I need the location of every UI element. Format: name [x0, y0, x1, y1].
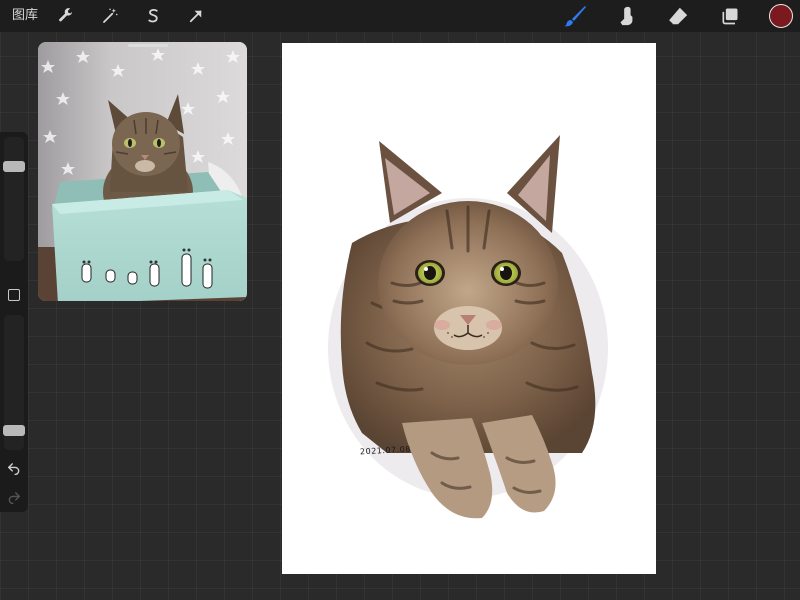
brush-icon[interactable] — [563, 4, 587, 28]
adjustments-wand-icon[interactable] — [98, 4, 122, 28]
smudge-icon[interactable] — [614, 4, 638, 28]
opacity-slider[interactable] — [3, 315, 25, 450]
brush-size-thumb[interactable] — [3, 160, 25, 172]
modify-square-icon[interactable] — [8, 289, 20, 301]
reference-photo-panel[interactable] — [38, 42, 247, 301]
actions-wrench-icon[interactable] — [54, 4, 78, 28]
layers-icon[interactable] — [718, 4, 742, 28]
eraser-icon[interactable] — [666, 4, 690, 28]
redo-icon[interactable] — [6, 489, 22, 505]
selection-s-icon[interactable] — [141, 4, 165, 28]
gallery-button[interactable]: 图库 — [12, 8, 38, 24]
brush-size-slider[interactable] — [3, 137, 25, 261]
undo-icon[interactable] — [6, 460, 22, 476]
reference-photo — [38, 42, 247, 301]
drawing-canvas[interactable]: 2021.07.08 — [282, 43, 656, 574]
reference-panel-handle[interactable] — [128, 44, 168, 47]
transform-arrow-icon[interactable] — [184, 4, 208, 28]
top-toolbar: 图库 — [0, 0, 800, 32]
cat-painting — [328, 135, 608, 519]
sidebar — [0, 132, 28, 512]
color-picker-button[interactable] — [769, 4, 793, 28]
opacity-thumb[interactable] — [3, 425, 25, 436]
